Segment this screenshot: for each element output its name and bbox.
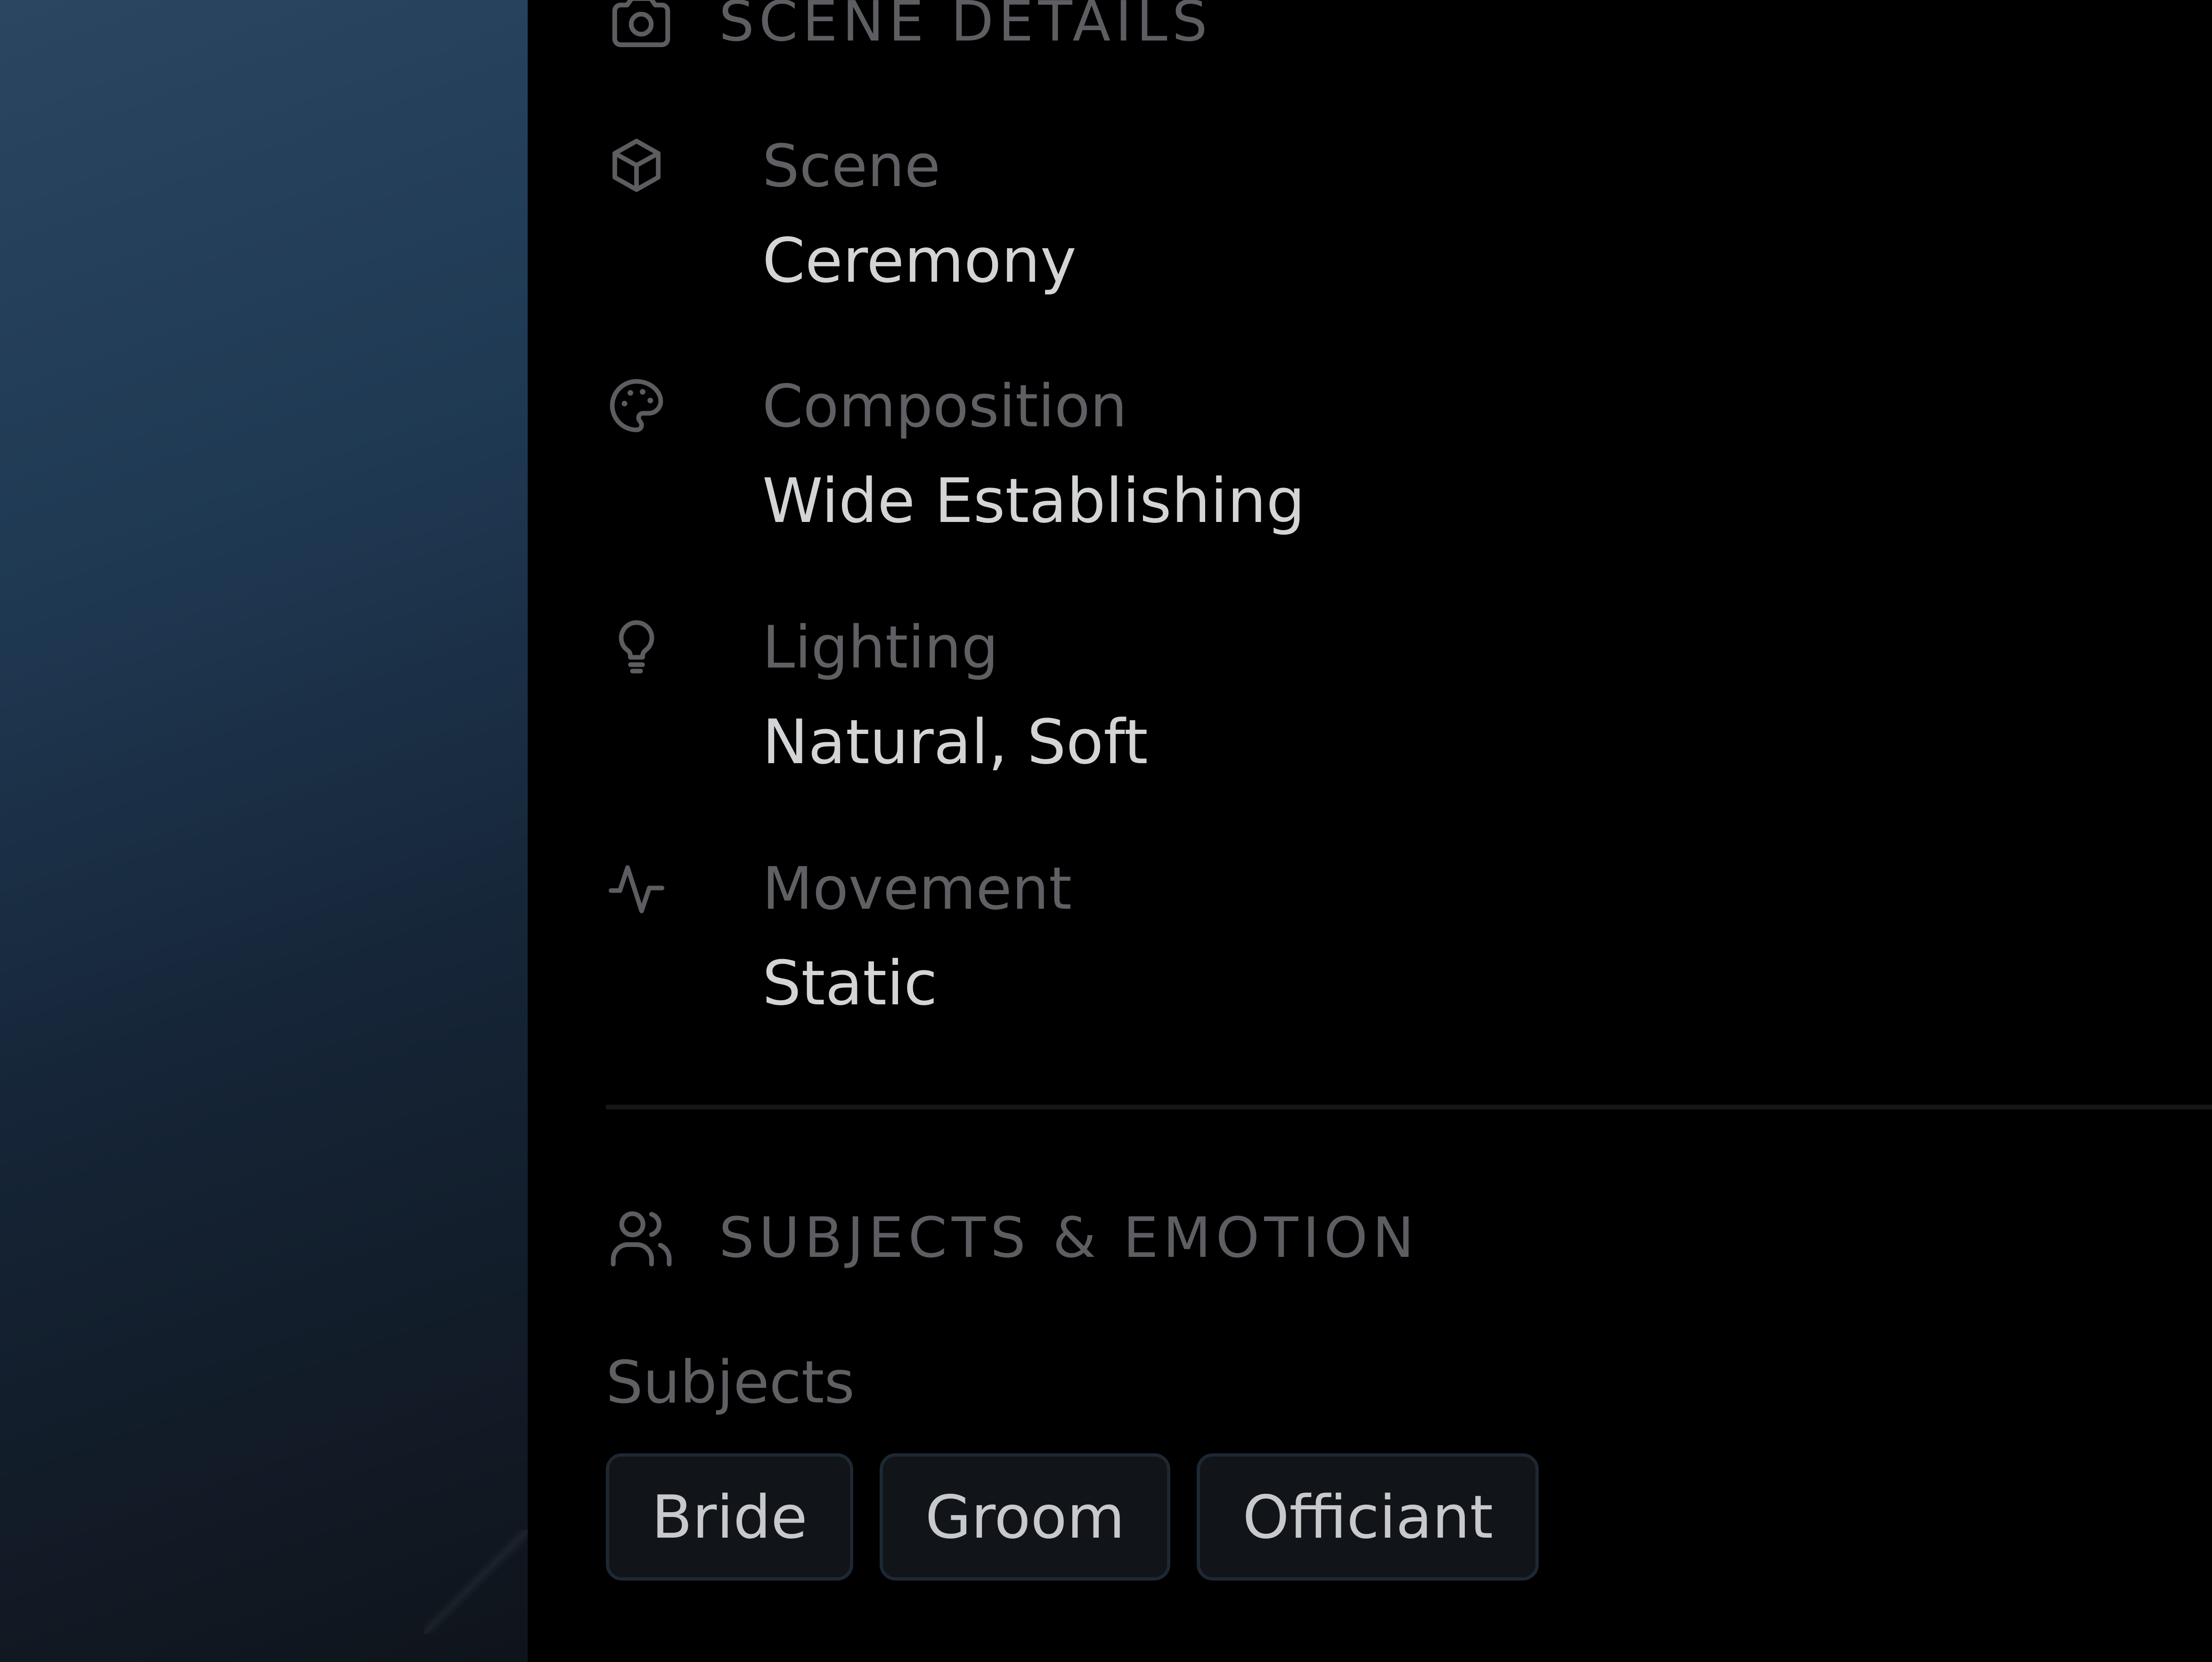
detail-value-composition: Wide Establishing (762, 465, 1306, 537)
detail-row-lighting: Lighting Natural, Soft (606, 612, 2019, 791)
subjects-label: Subjects (606, 1349, 855, 1417)
subject-chip-bride[interactable]: Bride (606, 1453, 853, 1581)
palette-icon (606, 375, 667, 436)
detail-row-movement: Movement Static (606, 854, 2019, 1033)
lightbulb-icon (606, 616, 667, 677)
detail-label-lighting: Lighting (762, 614, 999, 682)
detail-label-composition: Composition (762, 373, 1127, 440)
detail-row-scene: Scene Ceremony (606, 131, 2019, 310)
app-viewport: SCENE DETAILS Scene Ceremony Composition… (0, 0, 2212, 1662)
subjects-emotion-title: SUBJECTS & EMOTION (719, 1205, 1419, 1270)
detail-row-composition: Composition Wide Establishing (606, 371, 2019, 550)
section-divider (606, 1105, 2212, 1109)
detail-value-lighting: Natural, Soft (762, 706, 1148, 778)
image-preview-pane[interactable] (0, 0, 528, 1662)
subject-chip-officiant[interactable]: Officiant (1197, 1453, 1539, 1581)
detail-value-movement: Static (762, 947, 938, 1019)
subject-chip-groom[interactable]: Groom (879, 1453, 1171, 1581)
preview-edge-glint (424, 1530, 528, 1634)
camera-icon (606, 0, 677, 57)
details-panel: SCENE DETAILS Scene Ceremony Composition… (528, 0, 2212, 1662)
detail-label-scene: Scene (762, 132, 941, 200)
subjects-chip-list: Bride Groom Officiant (606, 1453, 1539, 1581)
detail-value-scene: Ceremony (762, 225, 1077, 296)
subjects-emotion-header: SUBJECTS & EMOTION (606, 1202, 1419, 1273)
detail-label-movement: Movement (762, 855, 1072, 923)
users-icon (606, 1202, 677, 1273)
scene-details-header: SCENE DETAILS (606, 0, 1212, 57)
activity-icon (606, 857, 667, 919)
scene-details-title: SCENE DETAILS (719, 0, 1212, 54)
cube-icon (606, 135, 667, 196)
